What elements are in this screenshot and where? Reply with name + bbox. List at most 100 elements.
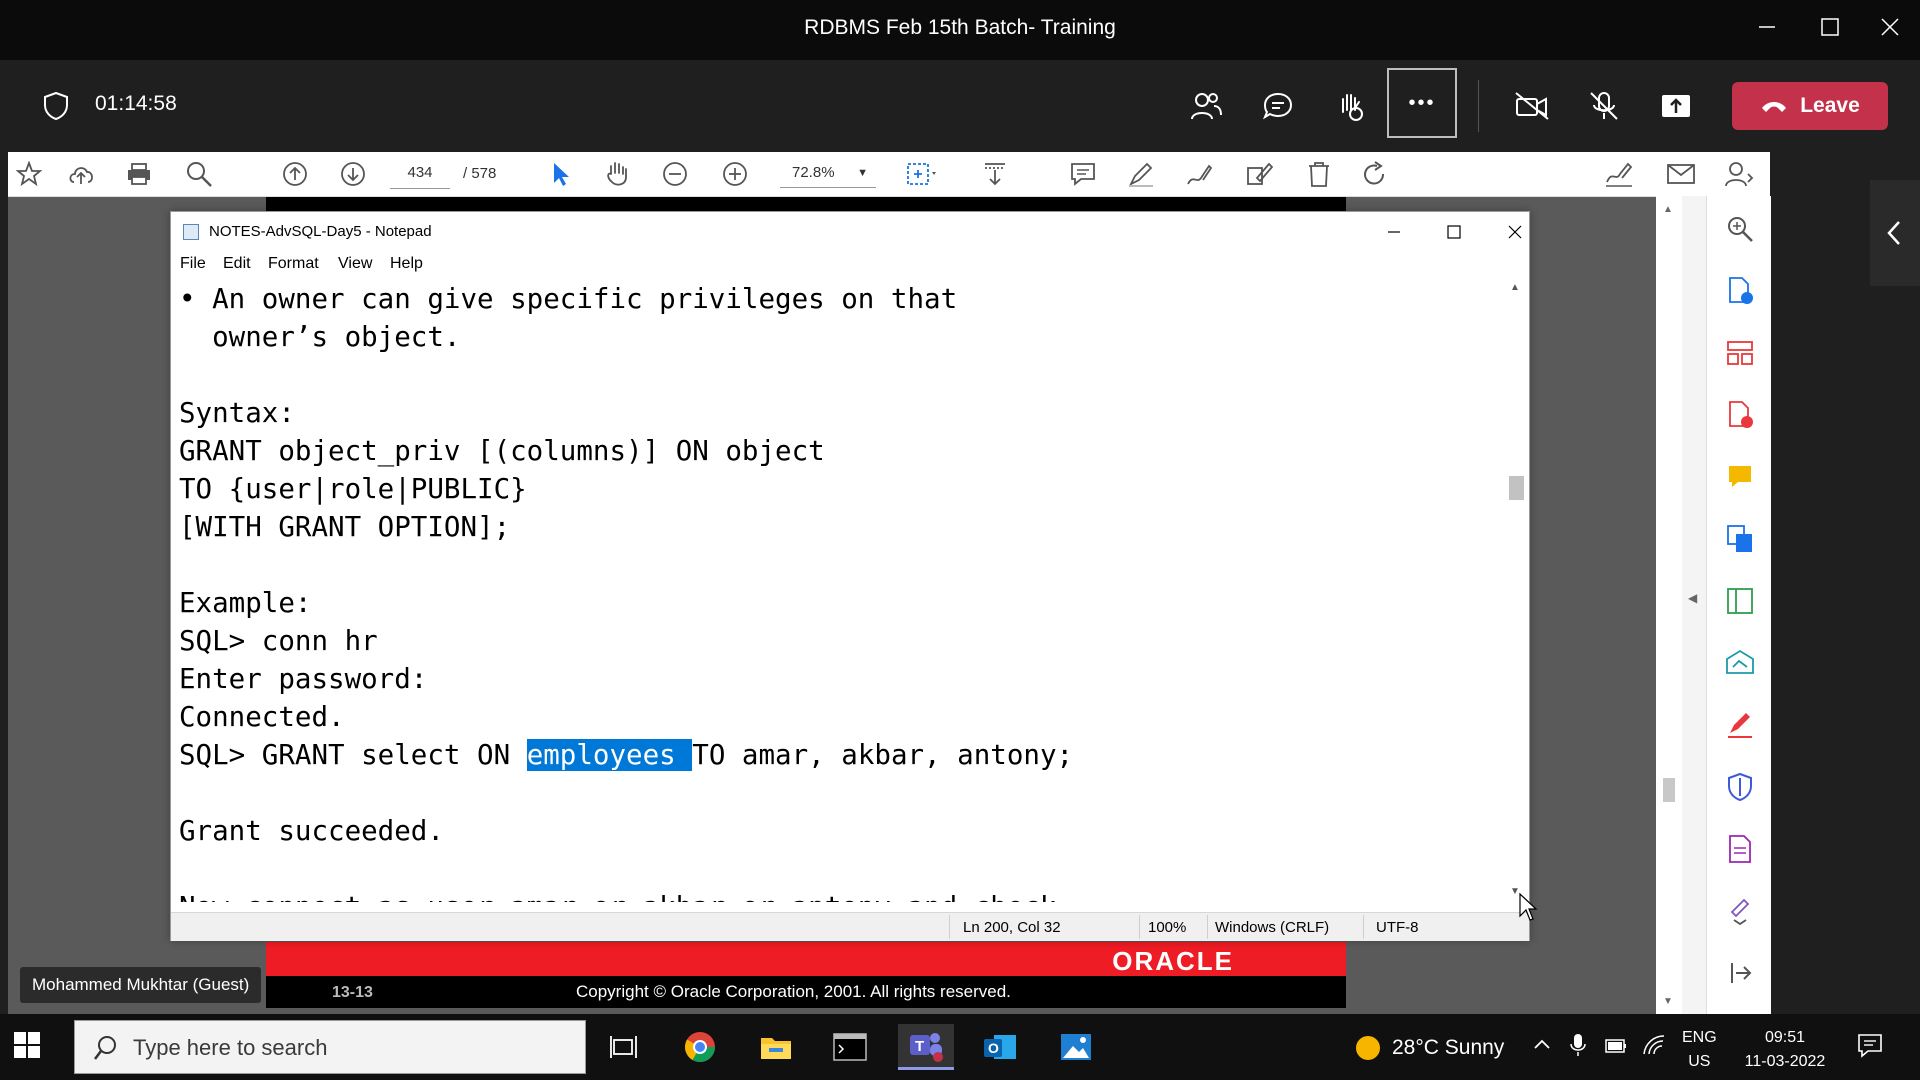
notepad-minimize-button[interactable] [1374,218,1414,246]
phone-hangup-icon [1762,102,1787,112]
windows-logo-icon [14,1032,40,1058]
menu-file[interactable]: File [180,255,206,273]
scroll-up-arrow-icon[interactable]: ▲ [1663,204,1673,215]
download-scroll-icon[interactable] [980,160,1010,188]
wifi-icon[interactable] [1642,1034,1666,1061]
chat-button[interactable] [1252,80,1304,132]
zoom-out-icon[interactable] [660,160,690,188]
notifications-icon[interactable] [1856,1032,1884,1065]
upload-cloud-icon[interactable] [66,160,96,188]
participants-button[interactable] [1180,80,1232,132]
scroll-down-arrow-icon[interactable]: ▼ [1663,996,1673,1007]
notepad-status-bar: Ln 200, Col 32 100% Windows (CRLF) UTF-8 [171,912,1529,941]
print-icon[interactable] [124,160,154,188]
chrome-icon [684,1032,715,1063]
select-cursor-icon[interactable] [546,160,576,188]
comment-tool-icon[interactable] [1725,462,1755,492]
menu-format[interactable]: Format [268,255,319,273]
scrollbar-thumb[interactable] [1509,476,1524,500]
weather-text[interactable]: 28°C Sunny [1392,1036,1504,1060]
show-panel-button[interactable] [1870,180,1920,286]
minimize-button[interactable] [1742,10,1792,50]
outlook-app-button[interactable]: O [972,1024,1028,1070]
highlight-pen-icon[interactable] [1126,160,1156,188]
page-down-icon[interactable] [338,160,368,188]
notepad-menu-bar: File Edit Format View Help [171,252,1529,278]
protect-shield-icon[interactable] [1725,772,1755,802]
chevron-up-icon[interactable] [1532,1034,1552,1059]
draw-pen-icon[interactable] [1184,160,1214,188]
rotate-icon[interactable] [1360,160,1390,188]
notepad-close-button[interactable] [1495,218,1535,246]
taskbar-search-box[interactable]: Type here to search [74,1020,586,1074]
meeting-control-bar: 01:14:58 ••• Leave [0,60,1920,152]
start-button[interactable] [14,1032,40,1063]
cursor-position: Ln 200, Col 32 [963,919,1061,936]
more-tools-icon[interactable] [1725,896,1755,926]
scroll-up-arrow-icon[interactable]: ▲ [1510,282,1520,293]
expand-panel-icon[interactable] [1725,958,1755,988]
menu-view[interactable]: View [338,255,372,273]
menu-edit[interactable]: Edit [223,255,251,273]
notepad-text-area[interactable]: • An owner can give specific privileges … [179,280,1499,902]
share-screen-button[interactable] [1650,80,1702,132]
scrollbar-thumb[interactable] [1663,778,1675,802]
sign-icon[interactable] [1604,160,1634,188]
terminal-app-button[interactable] [822,1024,878,1070]
file-explorer-button[interactable] [748,1024,804,1070]
collapse-left-icon[interactable]: ◀ [1688,591,1697,605]
create-pdf-icon[interactable] [1725,400,1755,430]
send-for-review-icon[interactable] [1725,648,1755,678]
star-icon[interactable] [14,160,44,188]
microphone-icon[interactable] [1568,1032,1588,1063]
delete-icon[interactable] [1304,160,1334,188]
more-actions-button[interactable]: ••• [1387,68,1457,138]
fit-page-icon[interactable] [906,160,936,188]
photos-app-button[interactable] [1048,1024,1104,1070]
reactions-button[interactable] [1324,80,1376,132]
grant-line-before: SQL> GRANT select ON [179,739,527,771]
export-pdf-icon[interactable] [1725,276,1755,306]
zoom-search-icon[interactable] [184,160,214,188]
email-icon[interactable] [1666,160,1696,188]
menu-help[interactable]: Help [390,255,423,273]
teams-app-button[interactable]: T [898,1024,954,1070]
text-line [179,850,1499,888]
edit-pdf-icon[interactable] [1725,586,1755,616]
leave-label: Leave [1800,94,1860,117]
page-up-icon[interactable] [280,160,310,188]
zoom-in-icon[interactable] [720,160,750,188]
task-view-button[interactable] [596,1024,652,1070]
fill-sign-icon[interactable] [1725,710,1755,740]
zoom-tool-icon[interactable] [1725,214,1755,244]
notepad-maximize-button[interactable] [1434,218,1474,246]
pdf-scrollbar[interactable]: ▲ ▼ [1656,196,1682,1014]
zoom-status: 100% [1148,919,1187,936]
zoom-level-select[interactable]: 72.8% ▼ [780,158,876,188]
oracle-logo: ORACLE [1112,946,1234,976]
slide-footer-band: ORACLE [266,942,1346,976]
panel-collapse-strip[interactable]: ◀ [1682,196,1706,1014]
scan-document-icon[interactable] [1725,834,1755,864]
battery-icon[interactable] [1604,1036,1628,1061]
organize-pages-icon[interactable] [1725,338,1755,368]
hand-tool-icon[interactable] [602,160,632,188]
page-number-input[interactable]: 434 [390,158,450,189]
close-button[interactable] [1865,10,1915,50]
camera-toggle-button[interactable] [1506,80,1558,132]
notepad-scrollbar[interactable]: ▲ ▼ [1505,280,1527,902]
clock[interactable]: 09:51 11-03-2022 [1735,1026,1835,1074]
leave-button[interactable]: Leave [1732,82,1888,130]
mic-toggle-button[interactable] [1578,80,1630,132]
divider [1139,915,1140,939]
comment-icon[interactable] [1068,160,1098,188]
chrome-app-button[interactable] [672,1024,728,1070]
language-indicator[interactable]: ENG US [1682,1026,1717,1074]
maximize-button[interactable] [1805,10,1855,50]
edit-text-icon[interactable] [1244,160,1274,188]
account-icon[interactable] [1724,160,1754,188]
close-icon [1881,18,1899,36]
combine-files-icon[interactable] [1725,524,1755,554]
notepad-title-bar[interactable]: NOTES-AdvSQL-Day5 - Notepad [171,212,1529,252]
text-line: • An owner can give specific privileges … [179,283,958,315]
